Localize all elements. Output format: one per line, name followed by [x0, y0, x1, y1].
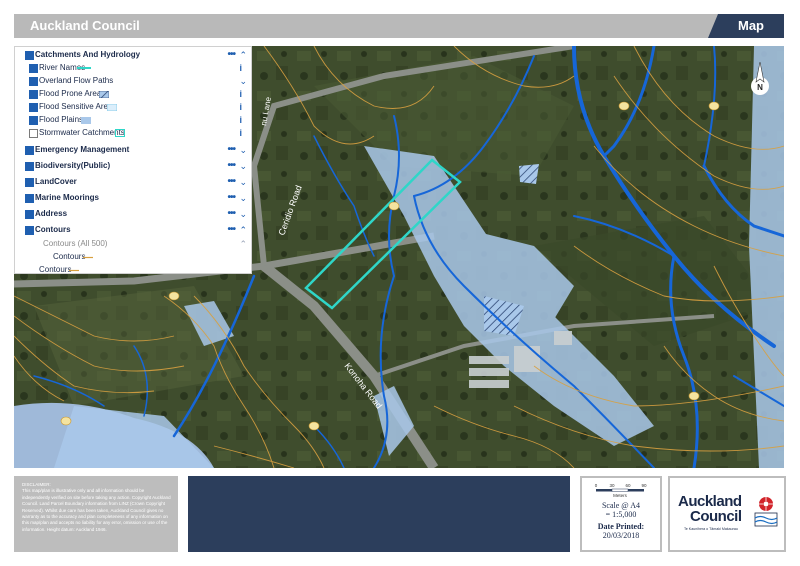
legend-item-contours-2: Contours: [15, 263, 251, 277]
checkbox[interactable]: [29, 116, 38, 125]
auckland-council-logo: Auckland Council Te Kaunihera o Tāmaki M…: [668, 476, 786, 552]
flood-sensitive-symbol: [107, 104, 117, 111]
checkbox[interactable]: [29, 129, 38, 138]
info-icon[interactable]: i: [239, 113, 242, 127]
chevron-down-icon[interactable]: ⌄: [239, 175, 247, 189]
checkbox[interactable]: [25, 210, 34, 219]
chevron-up-icon[interactable]: ⌃: [239, 48, 247, 62]
chevron-up-icon[interactable]: ⌃: [239, 237, 247, 251]
checkbox[interactable]: [25, 146, 34, 155]
scale-ratio: = 1:5,000: [605, 510, 637, 519]
more-options-icon[interactable]: •••: [227, 143, 235, 157]
legend-group-contours[interactable]: Contours ••• ⌃: [15, 223, 251, 237]
date-printed-label: Date Printed:: [597, 522, 645, 531]
scale-label: Scale @ A4: [601, 501, 641, 510]
more-options-icon[interactable]: •••: [227, 191, 235, 205]
svg-text:0: 0: [595, 483, 598, 488]
scale-panel: 0 30 60 90 Meters Scale @ A4 = 1:5,000 D…: [580, 476, 662, 552]
chevron-down-icon[interactable]: ⌄: [239, 207, 247, 221]
chevron-down-icon[interactable]: ⌄: [239, 191, 247, 205]
checkbox[interactable]: [29, 90, 38, 99]
date-printed-value: 20/03/2018: [602, 531, 640, 540]
disclaimer-text: This map/plan is illustrative only and a…: [22, 488, 171, 532]
checkbox[interactable]: [25, 162, 34, 171]
checkbox[interactable]: [25, 178, 34, 187]
info-icon[interactable]: i: [239, 126, 242, 140]
hatch-symbol: [99, 91, 109, 98]
legend-group-catchments[interactable]: Catchments And Hydrology ••• ⌃: [15, 48, 251, 62]
more-options-icon[interactable]: •••: [227, 207, 235, 221]
checkbox[interactable]: [25, 194, 34, 203]
legend-item-river-names[interactable]: River Names i: [15, 61, 251, 75]
legend-item-contours-1: Contours: [15, 250, 251, 264]
legend-item-flood-plains[interactable]: Flood Plains i: [15, 113, 251, 127]
map-tag: Map: [708, 14, 784, 38]
logo-emblem-icon: [754, 497, 778, 527]
more-options-icon[interactable]: •••: [227, 175, 235, 189]
info-icon[interactable]: i: [239, 61, 242, 75]
organisation-title: Auckland Council: [30, 18, 140, 33]
more-options-icon[interactable]: •••: [227, 223, 235, 237]
svg-text:60: 60: [625, 483, 631, 488]
svg-text:Meters: Meters: [613, 493, 628, 498]
chevron-down-icon[interactable]: ⌄: [239, 143, 247, 157]
svg-text:90: 90: [641, 483, 647, 488]
more-options-icon[interactable]: •••: [227, 48, 235, 62]
flood-plain-symbol: [81, 117, 91, 124]
legend-item-flood-prone[interactable]: Flood Prone Areas i: [15, 87, 251, 101]
checkbox[interactable]: [25, 51, 34, 60]
legend-item-flood-sensitive[interactable]: Flood Sensitive Areas i: [15, 100, 251, 114]
checkbox[interactable]: [29, 64, 38, 73]
chevron-down-icon[interactable]: ⌄: [239, 159, 247, 173]
legend-item-stormwater[interactable]: Stormwater Catchments i: [15, 126, 251, 140]
info-icon[interactable]: i: [239, 87, 242, 101]
svg-text:30: 30: [609, 483, 615, 488]
legend-item-overland-flow[interactable]: Overland Flow Paths ⌄: [15, 74, 251, 88]
disclaimer-box: DISCLAIMER: This map/plan is illustrativ…: [14, 476, 178, 552]
north-arrow: N: [749, 60, 771, 98]
checkbox[interactable]: [29, 77, 38, 86]
header-bar: Auckland Council Map: [14, 14, 784, 38]
legend-subgroup-contours-all[interactable]: Contours (All 500) ⌃: [15, 237, 251, 251]
legend-group-biodiversity[interactable]: Biodiversity(Public) ••• ⌄: [15, 159, 251, 173]
more-options-icon[interactable]: •••: [227, 159, 235, 173]
river-line-symbol: [77, 67, 91, 69]
legend-group-marine-moorings[interactable]: Marine Moorings ••• ⌄: [15, 191, 251, 205]
legend-group-emergency[interactable]: Emergency Management ••• ⌄: [15, 143, 251, 157]
legend-group-landcover[interactable]: LandCover ••• ⌄: [15, 175, 251, 189]
north-label: N: [757, 83, 763, 92]
checkbox[interactable]: [25, 226, 34, 235]
info-icon[interactable]: i: [239, 100, 242, 114]
contour-line-symbol: [83, 256, 93, 259]
checkbox[interactable]: [29, 103, 38, 112]
stormwater-symbol: [115, 129, 125, 137]
title-panel: [188, 476, 570, 552]
chevron-down-icon[interactable]: ⌄: [239, 74, 247, 88]
legend-group-address[interactable]: Address ••• ⌄: [15, 207, 251, 221]
scale-bar: 0 30 60 90 Meters: [595, 483, 647, 498]
legend-panel: Catchments And Hydrology ••• ⌃ River Nam…: [14, 46, 252, 274]
contour-line-symbol: [69, 269, 79, 272]
chevron-up-icon[interactable]: ⌃: [239, 223, 247, 237]
